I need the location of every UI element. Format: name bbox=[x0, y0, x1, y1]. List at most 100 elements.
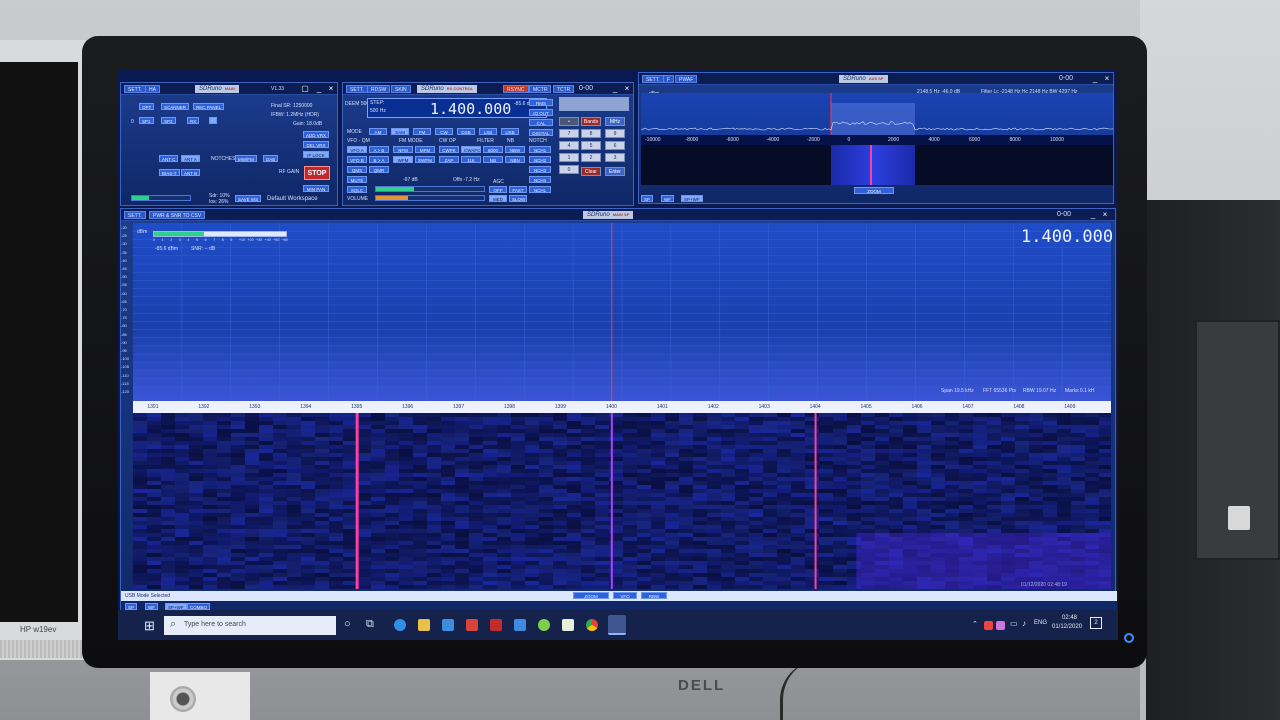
b-to-a-button[interactable]: B > A bbox=[369, 156, 389, 163]
aux-spwf-tab[interactable]: SP+WF bbox=[681, 195, 703, 202]
rx-button[interactable]: RX bbox=[187, 117, 200, 124]
cal-button[interactable]: CAL bbox=[529, 119, 553, 126]
store-icon[interactable] bbox=[442, 619, 454, 631]
aux-f-button[interactable]: F bbox=[663, 75, 675, 83]
tray-app-icon-2[interactable] bbox=[996, 621, 1005, 630]
close-icon[interactable]: × bbox=[1101, 210, 1109, 219]
agc-slow-button[interactable]: SLOW bbox=[509, 195, 527, 202]
main-ha-button[interactable]: HA bbox=[145, 85, 160, 93]
minimize-icon[interactable]: _ bbox=[315, 84, 323, 93]
pwr-snr-csv-button[interactable]: PWR & SNR TO CSV bbox=[149, 211, 206, 219]
combo-tab[interactable]: COMBO bbox=[187, 603, 211, 610]
rsync-tab[interactable]: RSYNC bbox=[503, 85, 529, 93]
task-view-icon[interactable]: ⧉ bbox=[366, 618, 374, 631]
key-8[interactable]: 8 bbox=[581, 129, 601, 138]
stop-button[interactable]: STOP bbox=[304, 166, 330, 180]
rec-panel-button[interactable]: REC PANEL bbox=[193, 103, 225, 110]
squelch-slider[interactable] bbox=[375, 186, 485, 192]
main-sett-button[interactable]: SETT. bbox=[124, 85, 146, 93]
key-2[interactable]: 2 bbox=[581, 153, 601, 162]
agc-med-button[interactable]: MED bbox=[489, 195, 507, 202]
clock-time[interactable]: 02:48 bbox=[1062, 615, 1077, 621]
rdsw-button[interactable]: RDSW bbox=[367, 85, 391, 93]
main-waterfall[interactable] bbox=[133, 413, 1111, 589]
bands-key[interactable]: Bands bbox=[581, 117, 601, 126]
del-vrx-button[interactable]: DEL VRX bbox=[303, 141, 329, 148]
aux-sett-button[interactable]: SETT. bbox=[642, 75, 664, 83]
mode-lsb-button[interactable]: LSB bbox=[479, 128, 497, 135]
nbn-button[interactable]: NBN bbox=[505, 156, 525, 163]
key-7[interactable]: 7 bbox=[559, 129, 579, 138]
filter-11k-button[interactable]: 11K bbox=[461, 156, 481, 163]
nfm-button[interactable]: NFM bbox=[393, 146, 413, 153]
file-explorer-icon[interactable] bbox=[418, 619, 430, 631]
spwf-tab[interactable]: SP+WF bbox=[165, 603, 187, 610]
aux-wf-tab[interactable]: WF bbox=[661, 195, 674, 202]
min-icon[interactable]: ▢ bbox=[301, 84, 309, 93]
taskbar-search-input[interactable]: ⌕ Type here to search bbox=[164, 616, 336, 635]
aux-waterfall[interactable] bbox=[641, 145, 1113, 185]
rx-sett-button[interactable]: SETT. bbox=[346, 85, 368, 93]
key-6[interactable]: 6 bbox=[605, 141, 625, 150]
edge-icon[interactable] bbox=[394, 619, 406, 631]
vfo-b-button[interactable]: VFO B bbox=[347, 156, 367, 163]
minimize-icon[interactable]: _ bbox=[1091, 74, 1099, 83]
language-indicator[interactable]: ENG bbox=[1034, 620, 1047, 626]
zoom-control[interactable]: ZOOM bbox=[573, 592, 609, 599]
filter-8000-button[interactable]: 8000 bbox=[483, 146, 503, 153]
nchl-button[interactable]: NCHL bbox=[529, 186, 551, 193]
mode-fm-button[interactable]: FM bbox=[413, 128, 431, 135]
notification-icon[interactable]: 2 bbox=[1090, 617, 1102, 629]
aux-sp-tab[interactable]: SP bbox=[641, 195, 654, 202]
skin-button[interactable]: SKIN bbox=[391, 85, 411, 93]
mw-fm-notch-button[interactable]: MW/FM bbox=[235, 155, 257, 162]
if-lock-button[interactable]: IF LOCK bbox=[303, 151, 329, 158]
key-dot[interactable]: • bbox=[559, 117, 579, 126]
chat-app-icon[interactable] bbox=[538, 619, 550, 631]
mute-button[interactable]: MUTE bbox=[347, 176, 367, 183]
network-icon[interactable]: ▭ bbox=[1010, 619, 1018, 628]
cwpk-button[interactable]: CWPK bbox=[439, 146, 459, 153]
clock-date[interactable]: 01/12/2020 bbox=[1052, 624, 1082, 630]
minimize-icon[interactable]: _ bbox=[1089, 210, 1097, 219]
dab-notch-button[interactable]: DAB bbox=[263, 155, 279, 162]
agc-fast-button[interactable]: FAST bbox=[509, 186, 527, 193]
zap-button[interactable]: ZAP bbox=[439, 156, 459, 163]
minimize-icon[interactable]: _ bbox=[611, 84, 619, 93]
save-ws-button[interactable]: SAVE WS bbox=[235, 195, 262, 202]
close-icon[interactable]: × bbox=[1103, 74, 1111, 83]
sp-tab[interactable]: SP bbox=[125, 603, 138, 610]
key-9[interactable]: 9 bbox=[605, 129, 625, 138]
key-4[interactable]: 4 bbox=[559, 141, 579, 150]
rx-frequency-display[interactable]: STEP: 500 Hz 1.400.000 -85.6 dBm bbox=[367, 98, 547, 118]
rms-button[interactable]: RMS bbox=[529, 99, 553, 106]
a-to-b-button[interactable]: A > B bbox=[369, 146, 389, 153]
close-icon[interactable]: × bbox=[623, 84, 631, 93]
nbw-button[interactable]: NBW bbox=[505, 146, 525, 153]
nch2-button[interactable]: NCH2 bbox=[529, 156, 551, 163]
mail-app-icon[interactable] bbox=[466, 619, 478, 631]
key-0[interactable]: 0 bbox=[559, 165, 579, 174]
mainsp-sett-button[interactable]: SETT. bbox=[124, 211, 146, 219]
ant-a-button[interactable]: ANT A bbox=[181, 155, 200, 162]
iq-out-button[interactable]: IQ OUT bbox=[529, 109, 553, 116]
nch3-button[interactable]: NCH3 bbox=[529, 166, 551, 173]
notes-icon[interactable] bbox=[562, 619, 574, 631]
key-5[interactable]: 5 bbox=[581, 141, 601, 150]
outlook-icon[interactable] bbox=[514, 619, 526, 631]
nch1-button[interactable]: NCH1 bbox=[529, 146, 551, 153]
cwafc-button[interactable]: CWAFC bbox=[461, 146, 481, 153]
key-1[interactable]: 1 bbox=[559, 153, 579, 162]
wfm-button[interactable]: WFM bbox=[393, 156, 413, 163]
qmr-button[interactable]: QMR bbox=[369, 166, 389, 173]
rbw-control[interactable]: RBW bbox=[641, 592, 667, 599]
vfo-a-button[interactable]: VFO A bbox=[347, 146, 367, 153]
sp1-button[interactable]: SP1 bbox=[139, 117, 154, 124]
scanner-button[interactable]: SCANNER bbox=[161, 103, 190, 110]
add-vrx-button[interactable]: ADD VRX bbox=[303, 131, 329, 138]
tray-chevron-icon[interactable]: ⌃ bbox=[972, 620, 978, 628]
nch4-button[interactable]: NCH4 bbox=[529, 176, 551, 183]
mode-dsb-button[interactable]: DSB bbox=[457, 128, 475, 135]
pdf-icon[interactable] bbox=[490, 619, 502, 631]
swfm-button[interactable]: SWFM bbox=[415, 156, 435, 163]
